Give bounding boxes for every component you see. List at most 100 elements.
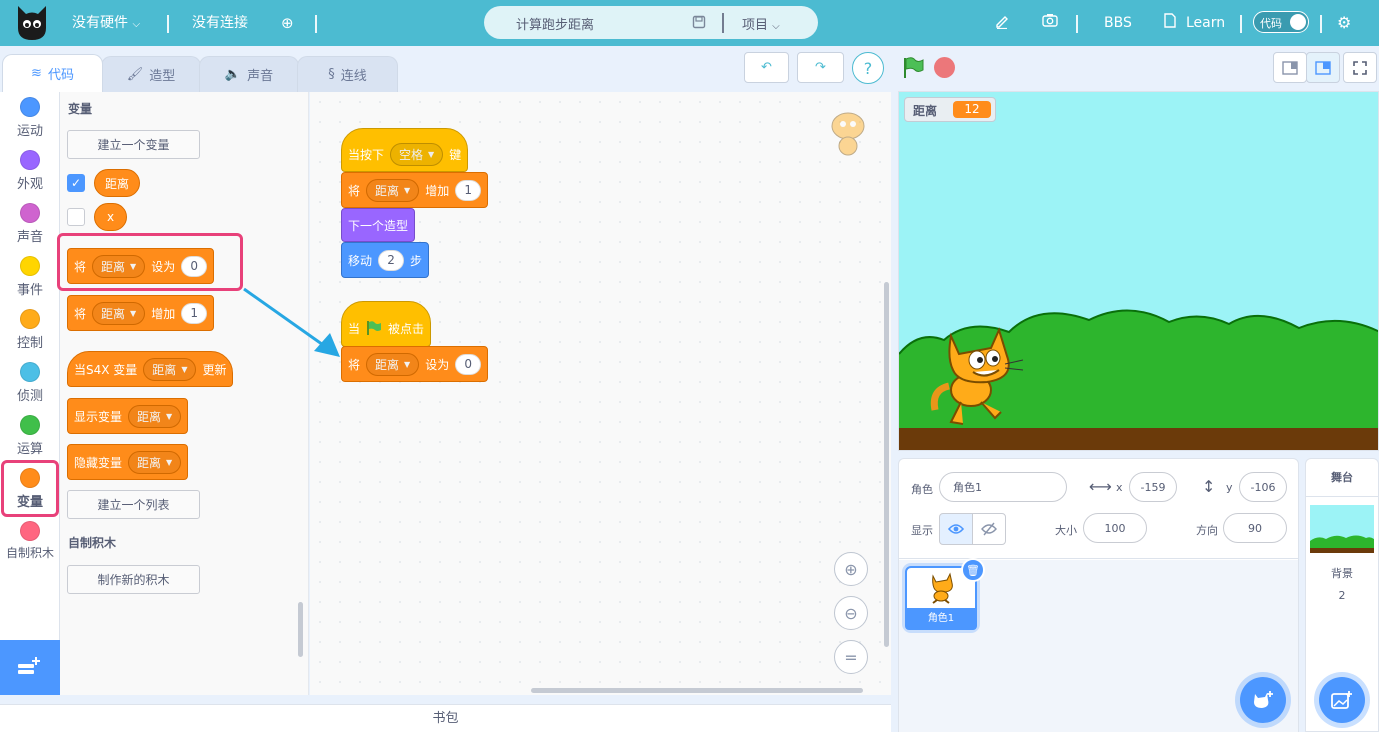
number-input[interactable]: 2	[378, 249, 405, 271]
divider	[1320, 15, 1322, 33]
when-key-pressed-block[interactable]: 当按下 空格 ▼ 键	[341, 128, 469, 172]
variable-dropdown[interactable]: 距离 ▼	[92, 301, 146, 325]
make-block-button[interactable]: 制作新的积木	[67, 565, 200, 594]
code-mode-toggle[interactable]: 代码	[1253, 11, 1309, 33]
speaker-icon: 🔈	[224, 67, 242, 82]
settings-gear-icon[interactable]: ⚙	[1337, 0, 1351, 46]
when-variable-updates-block[interactable]: 当S4X 变量 距离 ▼ 更新	[67, 351, 234, 387]
sprite-name-input[interactable]: 角色1	[939, 472, 1067, 502]
stage-canvas[interactable]: 距离 12	[898, 91, 1379, 451]
key-dropdown[interactable]: 空格 ▼	[390, 142, 444, 166]
category-sound[interactable]: 声音	[0, 203, 60, 245]
make-list-button[interactable]: 建立一个列表	[67, 490, 200, 519]
hardware-menu[interactable]: 没有硬件 ⌵	[72, 0, 140, 48]
when-flag-clicked-block[interactable]: 当 被点击	[341, 301, 432, 347]
backdrop-count: 2	[1338, 589, 1346, 602]
divider	[1240, 15, 1242, 33]
small-stage-button[interactable]	[1273, 52, 1307, 83]
show-sprite-button[interactable]	[939, 513, 973, 545]
category-operators[interactable]: 运算	[0, 415, 60, 457]
palette-section-title: 变量	[68, 102, 93, 116]
hide-variable-block[interactable]: 隐藏变量 距离 ▼	[67, 444, 189, 480]
learn-link[interactable]: Learn	[1186, 0, 1225, 46]
hide-sprite-button[interactable]	[972, 513, 1006, 545]
palette-scrollbar[interactable]	[298, 602, 303, 657]
number-input[interactable]: 1	[181, 302, 208, 324]
sprite-preview-icon	[831, 112, 865, 156]
direction-input[interactable]: 90	[1223, 513, 1287, 543]
set-variable-block[interactable]: 将 距离 ▼ 设为 0	[341, 346, 489, 382]
large-stage-button[interactable]	[1306, 52, 1340, 83]
category-control[interactable]: 控制	[0, 309, 60, 351]
x-position-input[interactable]: -159	[1129, 472, 1177, 502]
add-backdrop-button[interactable]	[1319, 677, 1365, 723]
undo-button[interactable]: ↶	[744, 52, 789, 83]
category-motion[interactable]: 运动	[0, 97, 60, 139]
number-input[interactable]: 1	[455, 179, 482, 201]
variable-checkbox[interactable]	[67, 208, 85, 226]
cat-sprite[interactable]	[929, 326, 1029, 430]
category-sensing[interactable]: 侦测	[0, 362, 60, 404]
variable-dropdown[interactable]: 距离 ▼	[143, 357, 197, 381]
variable-reporter-x[interactable]: x	[94, 203, 128, 231]
document-icon	[1164, 13, 1176, 28]
category-looks[interactable]: 外观	[0, 150, 60, 192]
backdrop-thumbnail	[1310, 505, 1374, 553]
camera-icon[interactable]	[1042, 13, 1058, 27]
delete-sprite-button[interactable]: 🗑	[961, 558, 985, 582]
tab-code[interactable]: ≋ 代码	[2, 54, 103, 92]
add-sprite-icon	[1254, 691, 1273, 708]
number-input[interactable]: 0	[455, 353, 482, 375]
save-icon[interactable]	[692, 15, 706, 29]
show-variable-block[interactable]: 显示变量 距离 ▼	[67, 398, 189, 434]
fullscreen-button[interactable]	[1343, 52, 1377, 83]
category-dot	[20, 256, 40, 276]
code-blocks-icon: ≋	[31, 66, 42, 81]
size-input[interactable]: 100	[1083, 513, 1147, 543]
tab-sounds[interactable]: 🔈 声音	[199, 56, 299, 92]
workspace-vertical-scrollbar[interactable]	[884, 282, 889, 647]
zoom-reset-button[interactable]: =	[834, 640, 868, 674]
green-flag-icon[interactable]	[902, 56, 924, 80]
redo-button[interactable]: ↷	[797, 52, 844, 83]
zoom-out-icon: ⊖	[844, 603, 858, 623]
connection-menu[interactable]: 没有连接	[192, 0, 248, 46]
divider	[722, 13, 724, 33]
vertical-arrows-icon: ↕	[1202, 477, 1216, 496]
variable-dropdown[interactable]: 距离 ▼	[128, 404, 182, 428]
make-variable-button[interactable]: 建立一个变量	[67, 130, 200, 159]
help-button[interactable]: ?	[852, 52, 884, 84]
stop-icon[interactable]	[934, 57, 955, 78]
logo-icon[interactable]	[14, 4, 50, 42]
variable-dropdown[interactable]: 距离 ▼	[366, 178, 420, 202]
sprite-list: 角色1 🗑	[899, 558, 1298, 732]
project-menu[interactable]: 项目 ⌵	[742, 14, 780, 33]
category-dot	[20, 521, 40, 541]
add-sprite-button[interactable]	[1240, 677, 1286, 723]
category-events[interactable]: 事件	[0, 256, 60, 298]
globe-icon[interactable]: ⊕	[281, 0, 294, 46]
bbs-link[interactable]: BBS	[1104, 0, 1132, 46]
backpack-bar[interactable]: 书包	[0, 704, 891, 732]
variable-dropdown[interactable]: 距离 ▼	[128, 450, 182, 474]
variable-reporter-distance[interactable]: 距离	[94, 169, 141, 197]
annotation-arrow	[243, 287, 340, 357]
variable-checkbox-checked[interactable]: ✓	[67, 174, 85, 192]
category-my-blocks[interactable]: 自制积木	[0, 521, 60, 561]
project-title-input[interactable]: 计算跑步距离	[516, 14, 594, 33]
zoom-in-button[interactable]: ⊕	[834, 552, 868, 586]
change-variable-block[interactable]: 将 距离 ▼ 增加 1	[341, 172, 489, 208]
change-variable-block[interactable]: 将 距离 ▼ 增加 1	[67, 295, 215, 331]
y-position-input[interactable]: -106	[1239, 472, 1287, 502]
next-costume-block[interactable]: 下一个造型	[341, 208, 416, 242]
tab-costumes[interactable]: 🖌 造型	[101, 56, 201, 92]
tab-wiring[interactable]: § 连线	[297, 56, 398, 92]
add-extension-button[interactable]	[0, 640, 60, 695]
stage-selector[interactable]: 舞台 背景 2	[1305, 458, 1379, 732]
workspace-horizontal-scrollbar[interactable]	[531, 688, 863, 693]
move-steps-block[interactable]: 移动 2 步	[341, 242, 430, 278]
variable-dropdown[interactable]: 距离 ▼	[366, 352, 420, 376]
code-workspace[interactable]: 当按下 空格 ▼ 键 将 距离 ▼ 增加 1 下一个造型 移动 2 步 当 被点击 …	[310, 92, 891, 695]
zoom-out-button[interactable]: ⊖	[834, 596, 868, 630]
edit-pen-icon[interactable]	[995, 13, 1009, 29]
